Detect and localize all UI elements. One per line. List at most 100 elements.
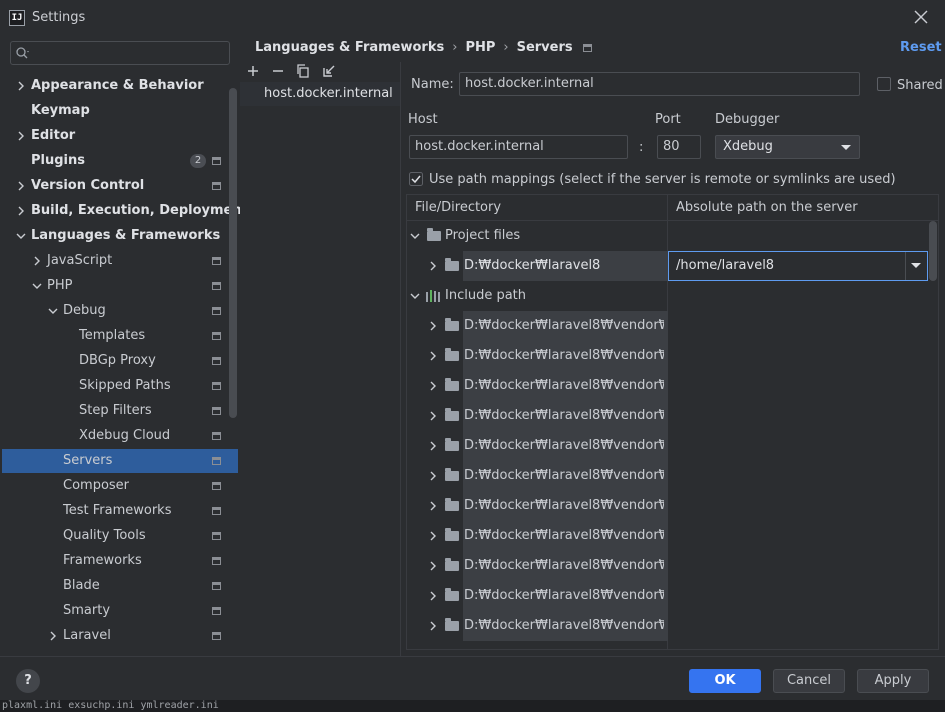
chevron-right-icon[interactable] [428, 321, 438, 331]
sidebar-scrollbar[interactable] [229, 88, 237, 418]
settings-search-input[interactable] [10, 41, 230, 65]
chevron-right-icon[interactable] [428, 591, 438, 601]
search-icon [16, 47, 29, 59]
cancel-button[interactable]: Cancel [773, 669, 845, 693]
sidebar-item[interactable]: Appearance & Behavior [2, 74, 238, 98]
table-scrollbar[interactable] [929, 221, 937, 281]
copy-icon[interactable] [294, 62, 312, 80]
table-row[interactable]: D:₩docker₩laravel8₩vendor₩sebast... [407, 461, 938, 491]
chevron-down-icon[interactable] [32, 281, 42, 291]
chevron-down-icon [911, 263, 921, 268]
name-field[interactable]: host.docker.internal [459, 72, 860, 96]
table-row[interactable]: D:₩docker₩laravel8₩vendor₩leagu... [407, 551, 938, 581]
remove-icon[interactable] [269, 62, 287, 80]
sidebar-item[interactable]: Xdebug Cloud [2, 424, 238, 448]
sidebar-item[interactable]: Build, Execution, Deployment [2, 199, 240, 223]
include-path-text: D:₩docker₩laravel8₩vendor₩nuno... [464, 528, 664, 543]
table-row[interactable]: D:₩docker₩laravel8₩vendor₩nesbo... [407, 341, 938, 371]
sidebar-item[interactable]: JavaScript [2, 249, 238, 273]
server-list: host.docker.internal [240, 82, 400, 656]
sidebar-item[interactable]: Editor [2, 124, 238, 148]
chevron-right-icon[interactable] [16, 181, 26, 191]
server-list-item[interactable]: host.docker.internal [240, 82, 400, 106]
shared-checkbox[interactable] [877, 77, 891, 91]
host-field[interactable]: host.docker.internal [409, 135, 628, 159]
close-icon[interactable] [912, 8, 930, 26]
chevron-right-icon[interactable] [48, 631, 58, 641]
chevron-right-icon[interactable] [428, 621, 438, 631]
dialog-footer: ? OK Cancel Apply [0, 656, 945, 700]
chevron-right-icon[interactable] [16, 131, 26, 141]
sidebar-item[interactable]: Version Control [2, 174, 238, 198]
table-row[interactable]: D:₩docker₩laravel8₩vendor₩sebast... [407, 371, 938, 401]
column-header-file-directory[interactable]: File/Directory [407, 195, 667, 221]
include-path-text: D:₩docker₩laravel8₩vendor₩sebast... [464, 618, 664, 633]
help-button[interactable]: ? [16, 669, 40, 693]
name-label: Name: [411, 77, 454, 92]
table-row[interactable]: D:₩docker₩laravel8₩vendor₩ramse... [407, 491, 938, 521]
debugger-select[interactable]: Xdebug [715, 135, 860, 159]
sidebar-item[interactable]: Debug [2, 299, 238, 323]
chevron-right-icon[interactable] [428, 471, 438, 481]
sidebar-item-label: Composer [63, 478, 130, 493]
reset-link[interactable]: Reset [900, 40, 942, 55]
sidebar-item[interactable]: Blade [2, 574, 238, 598]
chevron-right-icon[interactable] [428, 531, 438, 541]
include-path-text: D:₩docker₩laravel8₩vendor₩sebast... [464, 468, 664, 483]
chevron-right-icon[interactable] [428, 381, 438, 391]
chevron-down-icon[interactable] [48, 306, 58, 316]
sidebar-item[interactable]: Test Frameworks [2, 499, 238, 523]
sidebar-item-label: Smarty [63, 603, 111, 618]
sidebar-item[interactable]: Skipped Paths [2, 374, 238, 398]
sidebar-item[interactable]: PHP [2, 274, 238, 298]
sidebar-item-label: Debug [63, 303, 106, 318]
table-row[interactable]: D:₩docker₩laravel8₩vendor₩nuno... [407, 521, 938, 551]
server-path-field[interactable]: /home/laravel8 [668, 251, 928, 281]
use-path-mappings-checkbox[interactable] [409, 172, 423, 186]
chevron-right-icon[interactable] [428, 501, 438, 511]
column-header-server-path[interactable]: Absolute path on the server [668, 195, 938, 221]
table-row[interactable]: D:₩docker₩laravel8₩vendor₩opis₩... [407, 401, 938, 431]
chevron-right-icon[interactable] [32, 256, 42, 266]
sidebar-item[interactable]: Keymap [2, 99, 238, 123]
table-row[interactable]: D:₩docker₩laravel8₩vendor₩webm... [407, 311, 938, 341]
chevron-right-icon[interactable] [428, 441, 438, 451]
import-icon[interactable] [320, 62, 338, 80]
sidebar-item[interactable]: DBGp Proxy [2, 349, 238, 373]
table-row[interactable]: D:₩docker₩laravel8₩vendor₩sebast... [407, 581, 938, 611]
chevron-right-icon[interactable] [428, 561, 438, 571]
port-field[interactable]: 80 [657, 135, 701, 159]
table-row[interactable]: D:₩docker₩laravel8₩vendor₩sebast... [407, 611, 938, 641]
sidebar-item[interactable]: Quality Tools [2, 524, 238, 548]
chevron-down-icon[interactable] [16, 231, 26, 241]
breadcrumb-separator: › [452, 40, 458, 55]
chevron-right-icon[interactable] [428, 261, 438, 271]
breadcrumb-item: Languages & Frameworks [255, 40, 445, 55]
sidebar-item[interactable]: Smarty [2, 599, 238, 623]
table-row[interactable]: D:₩docker₩laravel8₩vendor₩sebast... [407, 431, 938, 461]
table-row[interactable]: Include path [407, 281, 938, 311]
breadcrumb: Languages & Frameworks › PHP › Servers [255, 40, 592, 58]
folder-icon [445, 378, 459, 391]
chevron-right-icon[interactable] [16, 81, 26, 91]
sidebar-item[interactable]: Languages & Frameworks [2, 224, 238, 248]
chevron-right-icon[interactable] [16, 206, 26, 216]
chevron-right-icon[interactable] [428, 351, 438, 361]
sidebar-item[interactable]: Servers [2, 449, 238, 473]
sidebar-item[interactable]: Composer [2, 474, 238, 498]
library-icon [426, 290, 440, 302]
apply-button[interactable]: Apply [857, 669, 929, 693]
sidebar-item[interactable]: Plugins 2 [2, 149, 238, 173]
sidebar-item[interactable]: Templates [2, 324, 238, 348]
chevron-down-icon[interactable] [410, 291, 420, 301]
sidebar-item[interactable]: Frameworks [2, 549, 238, 573]
sidebar-item[interactable]: Step Filters [2, 399, 238, 423]
sidebar-item[interactable]: Laravel [2, 624, 238, 648]
table-row[interactable]: Project files [407, 221, 938, 251]
ok-button[interactable]: OK [689, 669, 761, 693]
table-row[interactable]: D:₩docker₩laravel8 /home/laravel8 [407, 251, 938, 281]
chevron-down-icon[interactable] [410, 231, 420, 241]
add-icon[interactable] [244, 62, 262, 80]
server-path-dropdown[interactable] [905, 252, 927, 280]
chevron-right-icon[interactable] [428, 411, 438, 421]
